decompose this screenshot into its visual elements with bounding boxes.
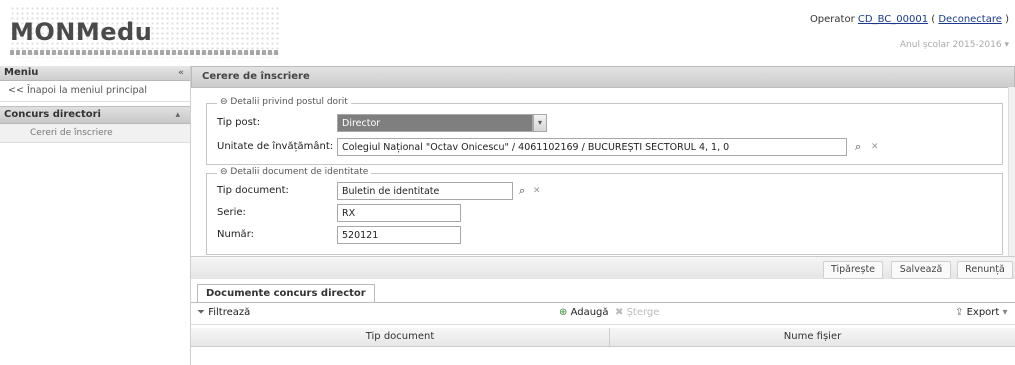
main-panel: Cerere de înscriere ⊖ Detalii privind po… <box>191 66 1015 365</box>
operator-user-link[interactable]: CD_BC_00001 <box>858 14 928 25</box>
tab-documente[interactable]: Documente concurs director <box>197 284 375 302</box>
save-button[interactable]: Salvează <box>891 261 951 279</box>
add-label: Adaugă <box>570 307 609 318</box>
delete-button[interactable]: ✖ Șterge <box>615 307 659 318</box>
operator-info: Operator CD_BC_00001 ( Deconectare ) <box>810 14 1009 25</box>
tip-document-label: Tip document: <box>217 185 289 196</box>
collapse-icon[interactable]: ⊖ <box>220 167 228 177</box>
tip-document-field[interactable]: Buletin de identitate <box>337 182 513 200</box>
sidebar-group-label: Concurs directori <box>4 109 101 120</box>
chevron-down-icon: ▾ <box>1002 307 1008 318</box>
fieldset-id-document: ⊖ Detalii document de identitate Tip doc… <box>206 167 1003 255</box>
logout-open: ( <box>931 14 936 25</box>
fieldset-post-details: ⊖ Detalii privind postul dorit Tip post:… <box>206 97 1003 165</box>
cancel-button[interactable]: Renunță <box>957 261 1013 279</box>
sidebar: Meniu « << Înapoi la meniul principal Co… <box>0 66 191 365</box>
serie-field[interactable]: RX <box>337 204 461 222</box>
grid-toolbar: ⏷ Filtrează ⊕ Adaugă ✖ Șterge ⇪ Export ▾ <box>191 304 1015 325</box>
logout-close: ) <box>1005 14 1009 25</box>
sidebar-item-cereri[interactable]: Cereri de înscriere <box>0 124 190 143</box>
add-icon: ⊕ <box>559 307 568 318</box>
fieldset-legend-id[interactable]: ⊖ Detalii document de identitate <box>217 167 372 177</box>
collapse-icon[interactable]: « <box>178 66 184 80</box>
search-icon[interactable]: ⌕ <box>855 140 861 154</box>
column-header-nume-fisier[interactable]: Nume fișier <box>610 328 1015 346</box>
logout-link[interactable]: Deconectare <box>938 14 1002 25</box>
logo-bar <box>10 50 280 55</box>
operator-prefix: Operator <box>809 14 855 25</box>
form-actions-toolbar: Tipărește Salvează Renunță <box>191 256 1015 279</box>
school-year-value: Anul școlar 2015-2016 <box>899 40 1002 50</box>
tabs-bar: Documente concurs director <box>191 284 1015 303</box>
tip-post-select[interactable]: Director <box>337 114 533 132</box>
school-year-select[interactable]: Anul școlar 2015-2016 ▾ <box>900 40 1009 50</box>
clear-icon[interactable]: ✕ <box>871 142 879 152</box>
app-logo: MONMedu <box>10 18 153 46</box>
fieldset-legend-post[interactable]: ⊖ Detalii privind postul dorit <box>217 97 351 107</box>
delete-label: Șterge <box>626 307 660 318</box>
tip-post-label: Tip post: <box>217 117 261 128</box>
page-title: Cerere de înscriere <box>191 66 1015 88</box>
expand-icon[interactable]: ▴ <box>175 107 180 123</box>
form-scrollbar[interactable] <box>1008 87 1015 277</box>
back-to-main-menu-link[interactable]: << Înapoi la meniul principal <box>0 81 190 102</box>
filter-button[interactable]: ⏷ Filtrează <box>197 307 250 318</box>
unitate-field[interactable]: Colegiul Național "Octav Onicescu" / 406… <box>337 138 847 156</box>
chevron-down-icon[interactable]: ▾ <box>533 114 547 132</box>
grid-header: Tip document Nume fișier <box>191 328 1015 347</box>
column-header-tip-document[interactable]: Tip document <box>191 328 609 346</box>
sidebar-header: Meniu « <box>0 66 190 81</box>
print-button[interactable]: Tipărește <box>823 261 883 279</box>
export-label: Export <box>966 307 1000 318</box>
delete-icon: ✖ <box>615 307 624 318</box>
numar-label: Număr: <box>217 229 254 240</box>
search-icon[interactable]: ⌕ <box>519 184 525 198</box>
sidebar-title: Meniu <box>4 67 39 78</box>
add-button[interactable]: ⊕ Adaugă <box>559 307 609 318</box>
unitate-label: Unitate de învățământ: <box>217 141 334 152</box>
chevron-down-icon: ▾ <box>1004 40 1009 50</box>
export-icon: ⇪ <box>955 307 964 318</box>
filter-icon: ⏷ <box>197 307 205 318</box>
numar-field[interactable]: 520121 <box>337 226 461 244</box>
sidebar-group-concurs[interactable]: Concurs directori ▴ <box>0 106 190 124</box>
collapse-icon[interactable]: ⊖ <box>220 97 228 107</box>
serie-label: Serie: <box>217 207 246 218</box>
export-button[interactable]: ⇪ Export ▾ <box>955 307 1008 318</box>
filter-label: Filtrează <box>208 307 251 318</box>
clear-icon[interactable]: ✕ <box>533 186 541 196</box>
legend-text: Detalii privind postul dorit <box>230 97 348 107</box>
legend-text: Detalii document de identitate <box>230 167 369 177</box>
